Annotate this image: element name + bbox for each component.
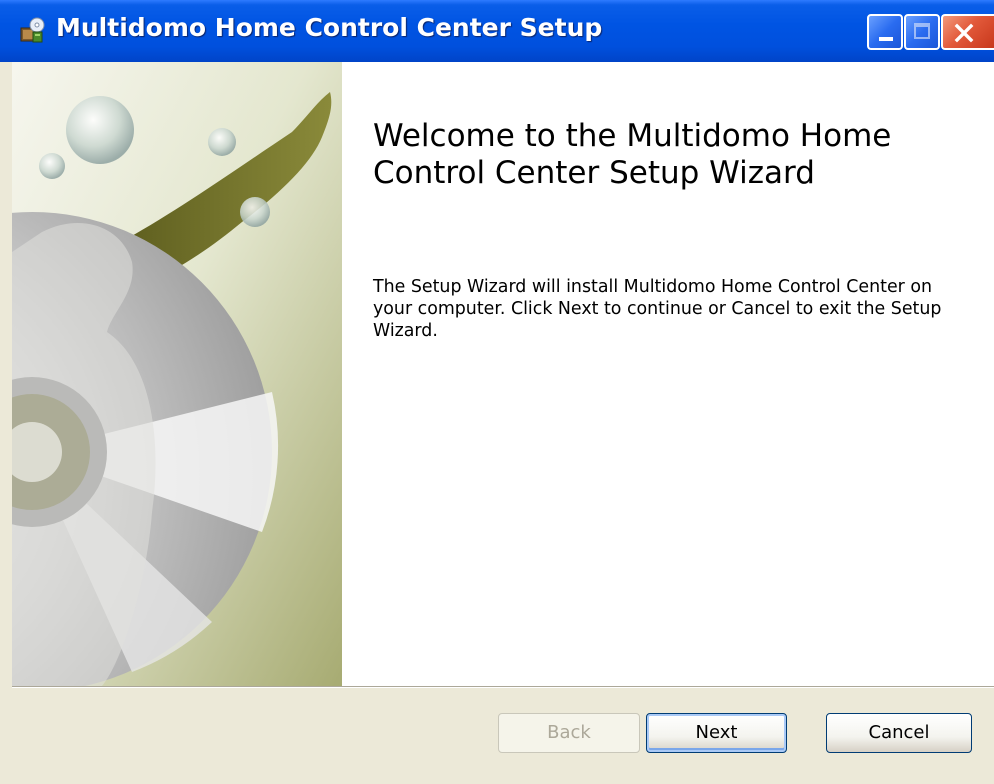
close-icon bbox=[954, 23, 974, 43]
back-button[interactable]: Back bbox=[498, 713, 640, 753]
cancel-button[interactable]: Cancel bbox=[826, 713, 972, 753]
welcome-description: The Setup Wizard will install Multidomo … bbox=[373, 277, 942, 341]
wizard-banner-image bbox=[12, 62, 342, 686]
wizard-content: Welcome to the Multidomo Home Control Ce… bbox=[12, 62, 994, 686]
window-title: Multidomo Home Control Center Setup bbox=[56, 13, 603, 42]
maximize-icon bbox=[914, 23, 930, 39]
setup-wizard-window: Multidomo Home Control Center Setup Welc… bbox=[0, 0, 994, 784]
maximize-button[interactable] bbox=[904, 14, 940, 50]
title-bar[interactable]: Multidomo Home Control Center Setup bbox=[0, 0, 994, 62]
next-button-label: Next bbox=[695, 722, 738, 743]
installer-package-icon bbox=[20, 17, 45, 43]
minimize-button[interactable] bbox=[867, 14, 903, 50]
minimize-icon bbox=[879, 37, 893, 41]
welcome-heading: Welcome to the Multidomo Home Control Ce… bbox=[373, 118, 892, 191]
next-button[interactable]: Next bbox=[646, 713, 787, 753]
close-button[interactable] bbox=[941, 14, 994, 50]
